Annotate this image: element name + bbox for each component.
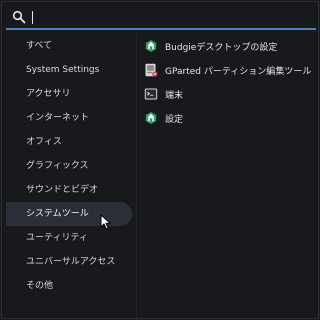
app-settings[interactable]: 設定 bbox=[140, 106, 318, 130]
category-graphics[interactable]: グラフィックス bbox=[6, 154, 132, 178]
category-utilities[interactable]: ユーティリティ bbox=[6, 226, 132, 250]
category-accessories[interactable]: アクセサリ bbox=[6, 82, 132, 106]
category-office[interactable]: オフィス bbox=[6, 130, 132, 154]
app-terminal[interactable]: 端末 bbox=[140, 82, 318, 106]
budgie-settings-icon bbox=[145, 40, 157, 52]
category-list: すべて System Settings アクセサリ インターネット オフィス グ… bbox=[6, 34, 132, 298]
app-list: Budgieデスクトップの設定 GParted パーティション編集ツール 端末 bbox=[140, 34, 318, 130]
panel-divider bbox=[136, 34, 137, 318]
category-sound-video[interactable]: サウンドとビデオ bbox=[6, 178, 132, 202]
category-internet[interactable]: インターネット bbox=[6, 106, 132, 130]
app-menu: すべて System Settings アクセサリ インターネット オフィス グ… bbox=[1, 1, 319, 319]
app-label: GParted パーティション編集ツール bbox=[165, 66, 312, 77]
terminal-icon bbox=[144, 88, 158, 100]
category-all[interactable]: すべて bbox=[6, 34, 132, 58]
app-label: Budgieデスクトップの設定 bbox=[165, 42, 278, 53]
mouse-pointer-icon bbox=[100, 214, 111, 230]
app-budgie-settings[interactable]: Budgieデスクトップの設定 bbox=[140, 34, 318, 58]
app-label: 設定 bbox=[165, 114, 184, 125]
search-input[interactable] bbox=[32, 9, 302, 25]
search-icon bbox=[12, 10, 26, 24]
category-other[interactable]: その他 bbox=[6, 274, 132, 298]
category-system-tools[interactable]: システムツール bbox=[6, 202, 132, 226]
text-caret bbox=[32, 11, 33, 24]
category-system-settings[interactable]: System Settings bbox=[6, 58, 132, 82]
gparted-icon bbox=[145, 63, 158, 77]
settings-icon bbox=[145, 112, 157, 124]
app-label: 端末 bbox=[165, 90, 184, 101]
search-bar[interactable] bbox=[6, 8, 316, 30]
app-gparted[interactable]: GParted パーティション編集ツール bbox=[140, 58, 318, 82]
category-universal-access[interactable]: ユニバーサルアクセス bbox=[6, 250, 132, 274]
